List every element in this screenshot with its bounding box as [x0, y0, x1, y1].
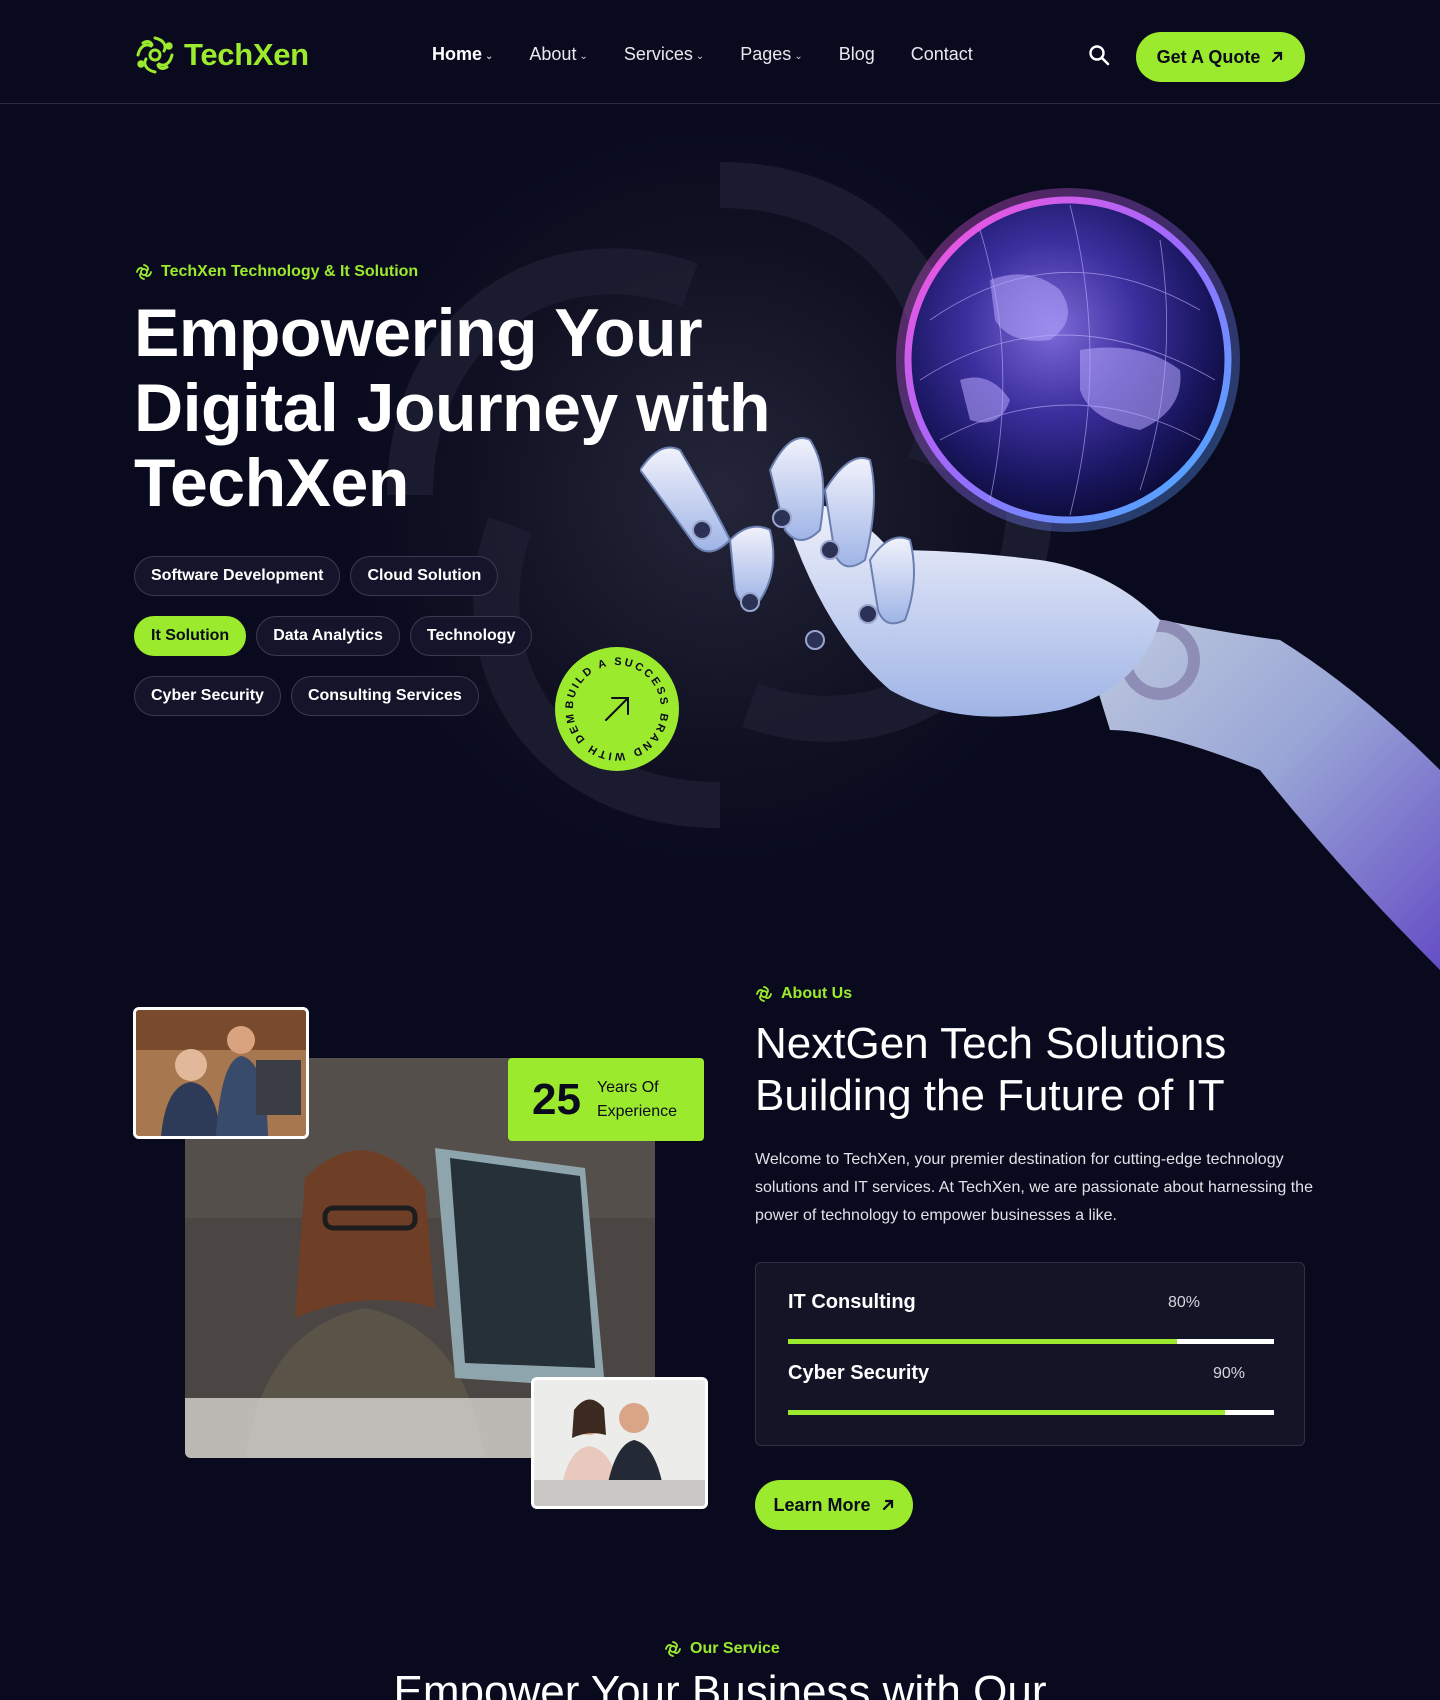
logo-icon — [136, 36, 174, 74]
about-images: 25 Years Of Experience — [130, 1000, 710, 1520]
skill-progress-fill — [788, 1339, 1177, 1344]
chevron-down-icon: ⌄ — [485, 50, 494, 62]
about-title-line-2: Building the Future of IT — [755, 1071, 1225, 1120]
skill-progress-bar — [788, 1410, 1274, 1415]
skill-percent: 80% — [1168, 1294, 1201, 1311]
team-meeting-photo — [133, 1007, 309, 1139]
chevron-down-icon: ⌄ — [579, 50, 588, 62]
hero-tagline-text: TechXen Technology & It Solution — [161, 263, 419, 280]
skill-progress-fill — [788, 1410, 1226, 1415]
leaf-logo-icon — [136, 264, 152, 280]
experience-label-line-1: Years Of — [596, 1078, 659, 1096]
services-title: Empower Your Business with Our — [393, 1667, 1047, 1700]
skill-item: IT Consulting 80% — [788, 1291, 1274, 1344]
skill-name: Cyber Security — [788, 1362, 930, 1384]
nav-item-pages[interactable]: Pages ⌄ — [740, 44, 802, 65]
skill-percent: 90% — [1213, 1365, 1246, 1382]
service-chip[interactable]: Cyber Security — [134, 676, 281, 716]
search-icon[interactable] — [1088, 44, 1110, 66]
services-tagline-text: Our Service — [690, 1640, 780, 1657]
leaf-logo-icon — [756, 986, 772, 1002]
experience-number: 25 — [532, 1074, 581, 1124]
brand-badge-button[interactable]: BUILD A SUCCESS BRAND WITH DEMOUI — [554, 646, 680, 772]
brand-logo[interactable]: TechXen — [134, 34, 309, 76]
get-a-quote-button[interactable]: Get A Quote — [1136, 32, 1305, 82]
service-chip[interactable]: It Solution — [134, 616, 247, 656]
arrow-up-right-icon — [882, 1499, 893, 1511]
chip-row: Cyber Security Consulting Services — [134, 676, 554, 716]
nav-item-about[interactable]: About ⌄ — [529, 44, 587, 65]
chip-row: It Solution Data Analytics Technology — [134, 616, 554, 656]
nav-item-label: Pages — [740, 44, 792, 64]
nav-item-label: Contact — [910, 44, 973, 64]
skill-progress-bar — [788, 1339, 1274, 1344]
leaf-logo-icon — [665, 1641, 681, 1657]
skill-item: Cyber Security 90% — [788, 1362, 1274, 1415]
service-chip[interactable]: Data Analytics — [256, 616, 400, 656]
colleagues-working-photo — [531, 1377, 708, 1509]
arrow-up-right-icon — [1272, 51, 1283, 63]
hero-title-line-2: Digital Journey with — [134, 370, 771, 446]
chip-row: Software Development Cloud Solution — [134, 556, 554, 596]
nav-item-blog[interactable]: Blog — [839, 44, 875, 65]
about-tagline: About Us — [755, 985, 852, 1003]
skills-card: IT Consulting 80% Cyber Security 90% — [755, 1262, 1305, 1446]
services-tagline: Our Service — [664, 1640, 780, 1658]
about-tagline-text: About Us — [781, 985, 853, 1002]
chevron-down-icon: ⌄ — [695, 50, 705, 62]
about-title: NextGen Tech Solutions Building the Futu… — [755, 1018, 1315, 1122]
learn-more-button[interactable]: Learn More — [755, 1480, 913, 1530]
skill-name: IT Consulting — [788, 1291, 916, 1313]
hero-title-line-1: Empowering Your — [134, 295, 703, 371]
service-chips: Software Development Cloud Solution It Sol… — [134, 556, 554, 736]
service-chip[interactable]: Cloud Solution — [350, 556, 499, 596]
learn-more-label: Learn More — [773, 1494, 871, 1515]
experience-label-line-2: Experience — [596, 1102, 677, 1120]
service-chip[interactable]: Consulting Services — [290, 676, 479, 716]
hero-tagline: TechXen Technology & It Solution — [135, 263, 418, 281]
service-chip[interactable]: Software Development — [134, 556, 341, 596]
hero-title: Empowering Your Digital Journey with Tec… — [134, 296, 774, 521]
site-header: TechXen Home ⌄ About ⌄ Services ⌄ Pages ⌄ Blog Co… — [0, 0, 1440, 104]
nav-item-contact[interactable]: Contact — [911, 44, 973, 65]
hero-title-line-3: TechXen — [134, 445, 409, 521]
nav-item-home[interactable]: Home ⌄ — [432, 44, 493, 65]
nav-item-label: About — [529, 44, 577, 64]
get-a-quote-label: Get A Quote — [1156, 46, 1261, 67]
service-chip[interactable]: Technology — [409, 616, 533, 656]
about-title-line-1: NextGen Tech Solutions — [755, 1019, 1227, 1068]
experience-badge: 25 Years Of Experience — [508, 1058, 704, 1141]
chevron-down-icon: ⌄ — [794, 50, 803, 62]
nav-item-services[interactable]: Services ⌄ — [624, 44, 704, 65]
about-description: Welcome to TechXen, your premier destina… — [755, 1151, 1313, 1224]
nav-item-label: Blog — [838, 44, 875, 64]
brand-name: TechXen — [184, 37, 309, 72]
main-nav: Home ⌄ About ⌄ Services ⌄ Pages ⌄ Blog Contact — [432, 44, 973, 65]
nav-item-label: Services — [623, 44, 693, 64]
nav-item-label: Home — [432, 44, 483, 64]
